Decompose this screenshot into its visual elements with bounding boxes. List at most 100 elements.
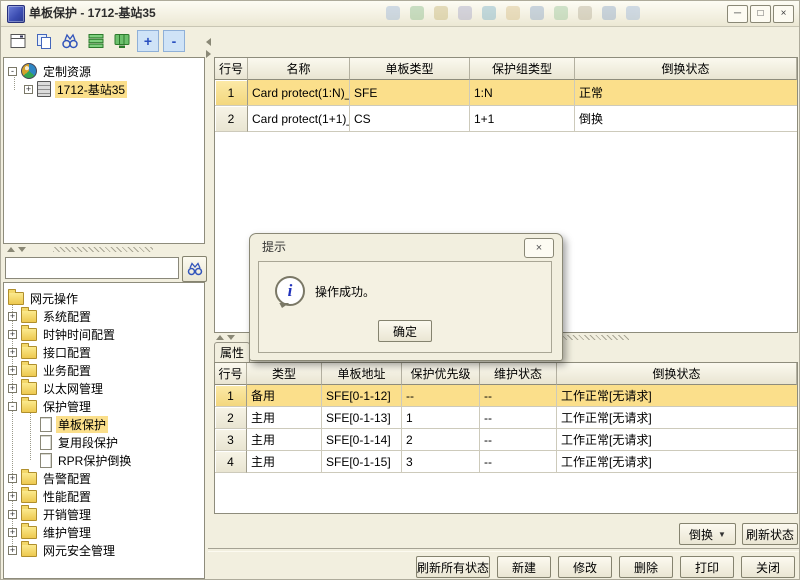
column-header[interactable]: 倒换状态 xyxy=(575,58,797,80)
tree-item-performance-config[interactable]: +性能配置 xyxy=(8,487,202,505)
expand-icon[interactable]: + xyxy=(8,348,17,357)
column-header[interactable]: 名称 xyxy=(248,58,350,80)
tree-item-service-config[interactable]: + 业务配置 xyxy=(8,361,202,379)
column-header[interactable]: 行号 xyxy=(215,363,247,385)
binoculars-icon[interactable] xyxy=(59,30,81,52)
board-map-icon[interactable] xyxy=(111,30,133,52)
cell-switch-status: 工作正常[无请求] xyxy=(557,407,797,429)
delete-button[interactable]: 删除 xyxy=(619,556,673,578)
maximize-button[interactable]: □ xyxy=(750,5,771,23)
cell-board-address: SFE[0-1-12] xyxy=(322,385,402,407)
column-header[interactable]: 维护状态 xyxy=(480,363,557,385)
folder-icon xyxy=(21,508,37,521)
left-splitter[interactable] xyxy=(3,244,205,255)
modify-button[interactable]: 修改 xyxy=(558,556,612,578)
refresh-all-status-button[interactable]: 刷新所有状态 xyxy=(416,556,490,578)
tree-item-board-protection[interactable]: 单板保护 xyxy=(40,415,202,433)
expand-icon[interactable]: + xyxy=(8,546,17,555)
column-header[interactable]: 倒换状态 xyxy=(557,363,797,385)
table-row[interactable]: 2 主用 SFE[0-1-13] 1 -- 工作正常[无请求] xyxy=(215,407,797,429)
new-button[interactable]: 新建 xyxy=(497,556,551,578)
expand-icon[interactable]: + xyxy=(8,366,17,375)
footer-buttons: 刷新所有状态 新建 修改 删除 打印 关闭 xyxy=(214,556,798,578)
cell-board-address: SFE[0-1-15] xyxy=(322,451,402,473)
button-label: 确定 xyxy=(393,323,417,340)
column-header[interactable]: 单板地址 xyxy=(322,363,402,385)
tree-item-protection-mgmt[interactable]: - 保护管理 xyxy=(8,397,202,415)
tab-properties[interactable]: 属性 xyxy=(214,342,250,362)
button-label: 刷新状态 xyxy=(746,526,794,543)
expand-icon[interactable]: + xyxy=(8,510,17,519)
expand-icon[interactable]: + xyxy=(8,492,17,501)
legend-list-icon[interactable] xyxy=(85,30,107,52)
tree-item-label: 保护管理 xyxy=(41,398,93,415)
close-button[interactable]: × xyxy=(773,5,794,23)
cell-priority: 2 xyxy=(402,429,480,451)
button-label: 倒换 xyxy=(689,526,713,543)
table-row[interactable]: 1 备用 SFE[0-1-12] -- -- 工作正常[无请求] xyxy=(215,385,797,407)
cell-priority: -- xyxy=(402,385,480,407)
tree-item-rpr-protection-switch[interactable]: RPR保护倒换 xyxy=(40,451,202,469)
search-input[interactable] xyxy=(5,257,179,279)
collapse-icon[interactable]: - xyxy=(8,402,17,411)
expand-icon[interactable]: + xyxy=(8,312,17,321)
folder-icon xyxy=(21,346,37,359)
tree-item-label: 1712-基站35 xyxy=(55,81,127,98)
tree-item-label: 以太网管理 xyxy=(41,380,105,397)
tree-item-alarm-config[interactable]: +告警配置 xyxy=(8,469,202,487)
tree-item-multiplex-section-protection[interactable]: 复用段保护 xyxy=(40,433,202,451)
close-window-button[interactable]: 关闭 xyxy=(741,556,795,578)
panel-splitter-arrows[interactable] xyxy=(206,38,211,58)
refresh-status-button[interactable]: 刷新状态 xyxy=(742,523,798,545)
board-view-icon[interactable] xyxy=(7,30,29,52)
table-row[interactable]: 2 Card protect(1+1)_68096 CS 1+1 倒换 xyxy=(215,106,797,132)
properties-panel: 行号 类型 单板地址 保护优先级 维护状态 倒换状态 1 备用 SFE[0-1-… xyxy=(214,362,798,514)
column-header[interactable]: 保护优先级 xyxy=(402,363,480,385)
cell-board-type: SFE xyxy=(350,80,470,106)
row-number: 4 xyxy=(215,451,247,473)
tree-item-ethernet-mgmt[interactable]: + 以太网管理 xyxy=(8,379,202,397)
collapse-icon[interactable]: - xyxy=(8,67,17,76)
title-bar: 单板保护 - 1712-基站35 ─ □ × xyxy=(1,1,799,27)
button-label: 删除 xyxy=(634,559,658,576)
tree-item-overhead-mgmt[interactable]: +开销管理 xyxy=(8,505,202,523)
minimize-button[interactable]: ─ xyxy=(727,5,748,23)
copy-icon[interactable] xyxy=(33,30,55,52)
expand-all-icon[interactable]: + xyxy=(137,30,159,52)
cell-switch-status: 工作正常[无请求] xyxy=(557,385,797,407)
footer-divider xyxy=(208,548,800,552)
expand-icon[interactable]: + xyxy=(8,474,17,483)
table-row[interactable]: 4 主用 SFE[0-1-15] 3 -- 工作正常[无请求] xyxy=(215,451,797,473)
column-header[interactable]: 行号 xyxy=(215,58,248,80)
tree-item-interface-config[interactable]: +接口配置 xyxy=(8,343,202,361)
tree-item-maintenance-mgmt[interactable]: +维护管理 xyxy=(8,523,202,541)
table-row[interactable]: 3 主用 SFE[0-1-14] 2 -- 工作正常[无请求] xyxy=(215,429,797,451)
column-header[interactable]: 单板类型 xyxy=(350,58,470,80)
file-icon xyxy=(40,435,52,450)
tree-item-custom-resources[interactable]: - 定制资源 xyxy=(8,62,202,80)
table-row[interactable]: 1 Card protect(1:N)_1 SFE 1:N 正常 xyxy=(215,80,797,106)
tree-item-label: 网元操作 xyxy=(28,290,80,307)
expand-icon[interactable]: + xyxy=(8,384,17,393)
tree-item-ne-operations[interactable]: 网元操作 xyxy=(8,289,202,307)
search-button[interactable] xyxy=(182,256,207,282)
print-button[interactable]: 打印 xyxy=(680,556,734,578)
tree-item-system-config[interactable]: +系统配置 xyxy=(8,307,202,325)
binoculars-icon xyxy=(187,261,203,277)
folder-icon xyxy=(21,310,37,323)
expand-icon[interactable]: + xyxy=(8,330,17,339)
tree-item-ne-security-mgmt[interactable]: +网元安全管理 xyxy=(8,541,202,559)
cell-type: 主用 xyxy=(247,407,322,429)
expand-icon[interactable]: + xyxy=(8,528,17,537)
tree-item-clock-time-config[interactable]: +时钟时间配置 xyxy=(8,325,202,343)
tree-item-station[interactable]: + 1712-基站35 xyxy=(24,80,202,98)
dialog-close-button[interactable]: × xyxy=(524,238,554,258)
collapse-all-icon[interactable]: - xyxy=(163,30,185,52)
tree-item-label: 业务配置 xyxy=(41,362,93,379)
switch-button[interactable]: 倒换 ▼ xyxy=(679,523,736,545)
expand-icon[interactable]: + xyxy=(24,85,33,94)
ok-button[interactable]: 确定 xyxy=(378,320,432,342)
column-header[interactable]: 保护组类型 xyxy=(470,58,575,80)
column-header[interactable]: 类型 xyxy=(247,363,322,385)
toolbar: + - xyxy=(7,30,185,52)
